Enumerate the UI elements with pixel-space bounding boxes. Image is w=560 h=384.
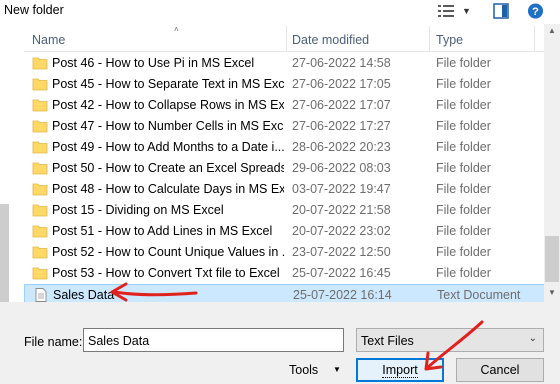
folder-icon (32, 162, 48, 175)
file-name-cell: Post 50 - How to Create an Excel Spreads… (52, 161, 284, 175)
list-item[interactable]: Post 45 - How to Separate Text in MS Exc… (24, 74, 546, 95)
file-type-cell: File folder (436, 98, 491, 112)
text-document-icon (35, 288, 47, 302)
file-name-label: File name: (24, 335, 83, 349)
scroll-thumb[interactable] (545, 236, 559, 282)
file-type-cell: File folder (436, 161, 491, 175)
file-name-cell: Post 15 - Dividing on MS Excel (52, 203, 224, 217)
folder-icon (32, 246, 48, 259)
file-type-cell: File folder (436, 245, 491, 259)
column-header-row: ˄ Name Date modified Type (24, 25, 544, 52)
file-name-cell: Post 49 - How to Add Months to a Date i.… (52, 140, 284, 154)
file-type-value: Text Files (361, 334, 414, 348)
file-type-cell: File folder (436, 140, 491, 154)
sort-chevron-icon: ˄ (174, 25, 179, 34)
column-name-header[interactable]: Name (32, 33, 65, 47)
file-name-cell: Post 52 - How to Count Unique Values in … (52, 245, 284, 259)
list-item[interactable]: Post 15 - Dividing on MS Excel 20-07-2022… (24, 200, 546, 221)
tools-label: Tools (289, 363, 319, 377)
folder-icon (32, 99, 48, 112)
list-item[interactable]: Post 49 - How to Add Months to a Date i.… (24, 137, 546, 158)
file-date-cell: 27-06-2022 14:58 (292, 56, 391, 70)
file-type-cell: File folder (436, 224, 491, 238)
folder-icon (32, 141, 48, 154)
scroll-down-icon[interactable]: ▼ (548, 288, 556, 297)
new-folder-button[interactable]: New folder (4, 3, 64, 17)
file-type-cell: File folder (436, 119, 491, 133)
file-name-cell: Post 46 - How to Use Pi in MS Excel (52, 56, 255, 70)
file-rows: Post 46 - How to Use Pi in MS Excel 27-06… (24, 53, 546, 305)
file-name-cell: Post 53 - How to Convert Txt file to Exc… (52, 266, 284, 280)
file-date-cell: 27-06-2022 17:07 (292, 98, 391, 112)
nav-pane-scrollbar[interactable] (0, 24, 11, 302)
list-item[interactable]: Post 51 - How to Add Lines in MS Excel 20… (24, 221, 546, 242)
list-item[interactable]: Post 47 - How to Number Cells in MS Exce… (24, 116, 546, 137)
folder-icon (32, 183, 48, 196)
folder-icon (32, 225, 48, 238)
chevron-down-icon: ⌄ (528, 333, 537, 344)
file-date-cell: 23-07-2022 12:50 (292, 245, 391, 259)
dropdown-arrow-icon: ▼ (333, 365, 341, 374)
file-date-cell: 20-07-2022 21:58 (292, 203, 391, 217)
file-date-cell: 03-07-2022 19:47 (292, 182, 391, 196)
list-item[interactable]: Post 42 - How to Collapse Rows in MS Ex.… (24, 95, 546, 116)
toolbar: New folder ▼ ? (0, 0, 560, 24)
file-type-select[interactable]: Text Files ⌄ (356, 328, 544, 352)
view-dropdown-icon[interactable]: ▼ (462, 3, 472, 19)
scroll-up-icon[interactable]: ▲ (548, 26, 556, 35)
file-name-input[interactable]: Sales Data (83, 328, 344, 352)
file-date-cell: 29-06-2022 08:03 (292, 161, 391, 175)
list-item[interactable]: Post 50 - How to Create an Excel Spreads… (24, 158, 546, 179)
list-item[interactable]: Post 48 - How to Calculate Days in MS Ex… (24, 179, 546, 200)
folder-icon (32, 78, 48, 91)
import-label: Import (382, 363, 418, 378)
file-date-cell: 25-07-2022 16:14 (293, 288, 392, 302)
file-list: ˄ Name Date modified Type Post 46 - How … (0, 24, 560, 305)
column-date-header[interactable]: Date modified (292, 33, 369, 47)
file-name-cell: Post 42 - How to Collapse Rows in MS Ex.… (52, 98, 284, 112)
file-type-cell: File folder (436, 203, 491, 217)
preview-pane-icon[interactable] (493, 3, 509, 19)
file-name-cell: Sales Data (53, 288, 115, 302)
file-type-cell: Text Document (437, 288, 521, 302)
tools-menu-button[interactable]: Tools ▼ (283, 360, 347, 382)
file-name-cell: Post 45 - How to Separate Text in MS Exc… (52, 77, 284, 91)
folder-icon (32, 267, 48, 280)
file-type-cell: File folder (436, 77, 491, 91)
file-date-cell: 27-06-2022 17:05 (292, 77, 391, 91)
list-item[interactable]: Post 46 - How to Use Pi in MS Excel 27-06… (24, 53, 546, 74)
file-date-cell: 27-06-2022 17:27 (292, 119, 391, 133)
file-name-cell: Post 48 - How to Calculate Days in MS Ex… (52, 182, 284, 196)
file-date-cell: 28-06-2022 20:23 (292, 140, 391, 154)
svg-text:?: ? (532, 6, 539, 18)
file-name-cell: Post 47 - How to Number Cells in MS Exce… (52, 119, 284, 133)
file-type-cell: File folder (436, 182, 491, 196)
import-button[interactable]: Import (356, 358, 444, 382)
folder-icon (32, 120, 48, 133)
dialog-footer: File name: Sales Data Text Files ⌄ Tools… (0, 302, 560, 384)
help-icon[interactable]: ? (527, 3, 544, 19)
file-type-cell: File folder (436, 266, 491, 280)
file-date-cell: 20-07-2022 23:02 (292, 224, 391, 238)
column-type-header[interactable]: Type (436, 33, 463, 47)
file-type-cell: File folder (436, 56, 491, 70)
vertical-scrollbar[interactable]: ▲ ▼ (544, 24, 560, 302)
folder-icon (32, 204, 48, 217)
list-item[interactable]: Post 52 - How to Count Unique Values in … (24, 242, 546, 263)
list-item[interactable]: Post 53 - How to Convert Txt file to Exc… (24, 263, 546, 284)
view-options-icon[interactable] (437, 3, 455, 19)
cancel-button[interactable]: Cancel (456, 358, 544, 382)
folder-icon (32, 57, 48, 70)
file-name-cell: Post 51 - How to Add Lines in MS Excel (52, 224, 273, 238)
file-date-cell: 25-07-2022 16:45 (292, 266, 391, 280)
